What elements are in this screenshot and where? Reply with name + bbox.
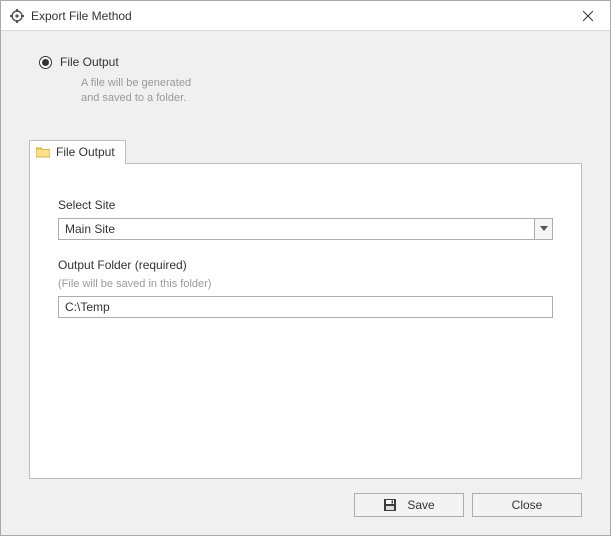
dialog-footer: Save Close xyxy=(1,489,610,535)
file-output-description: A file will be generated and saved to a … xyxy=(81,76,582,106)
tab-file-output-label: File Output xyxy=(56,145,115,159)
titlebar: Export File Method xyxy=(1,1,610,31)
output-folder-hint: (File will be saved in this folder) xyxy=(58,278,553,290)
file-output-description-line2: and saved to a folder. xyxy=(81,91,582,106)
save-button[interactable]: Save xyxy=(354,493,464,517)
output-folder-input[interactable] xyxy=(58,296,553,318)
file-output-radio-row[interactable]: File Output xyxy=(39,55,582,69)
close-button-label: Close xyxy=(512,498,543,512)
app-icon xyxy=(9,8,25,24)
tab-file-output[interactable]: File Output xyxy=(29,140,126,164)
save-button-label: Save xyxy=(407,498,434,512)
file-output-description-line1: A file will be generated xyxy=(81,76,582,91)
select-site-dropdown[interactable]: Main Site xyxy=(58,218,553,240)
folder-icon xyxy=(36,146,50,158)
select-site-label: Select Site xyxy=(58,198,553,212)
radio-icon xyxy=(39,56,52,69)
select-site-dropdown-button[interactable] xyxy=(534,219,552,239)
save-icon xyxy=(383,498,397,512)
close-icon xyxy=(583,11,593,21)
select-site-value: Main Site xyxy=(59,219,534,239)
file-output-radio-label: File Output xyxy=(60,55,119,69)
tab-area: File Output Select Site Main Site Output… xyxy=(29,140,582,479)
dialog-body: File Output A file will be generated and… xyxy=(1,31,610,489)
close-button[interactable]: Close xyxy=(472,493,582,517)
window-close-button[interactable] xyxy=(568,2,608,30)
tab-content: Select Site Main Site Output Folder (req… xyxy=(29,163,582,479)
window-title: Export File Method xyxy=(31,9,568,23)
tab-strip: File Output xyxy=(29,140,582,164)
chevron-down-icon xyxy=(540,226,548,232)
dialog-window: Export File Method File Output A file wi… xyxy=(0,0,611,536)
output-folder-label: Output Folder (required) xyxy=(58,258,553,272)
